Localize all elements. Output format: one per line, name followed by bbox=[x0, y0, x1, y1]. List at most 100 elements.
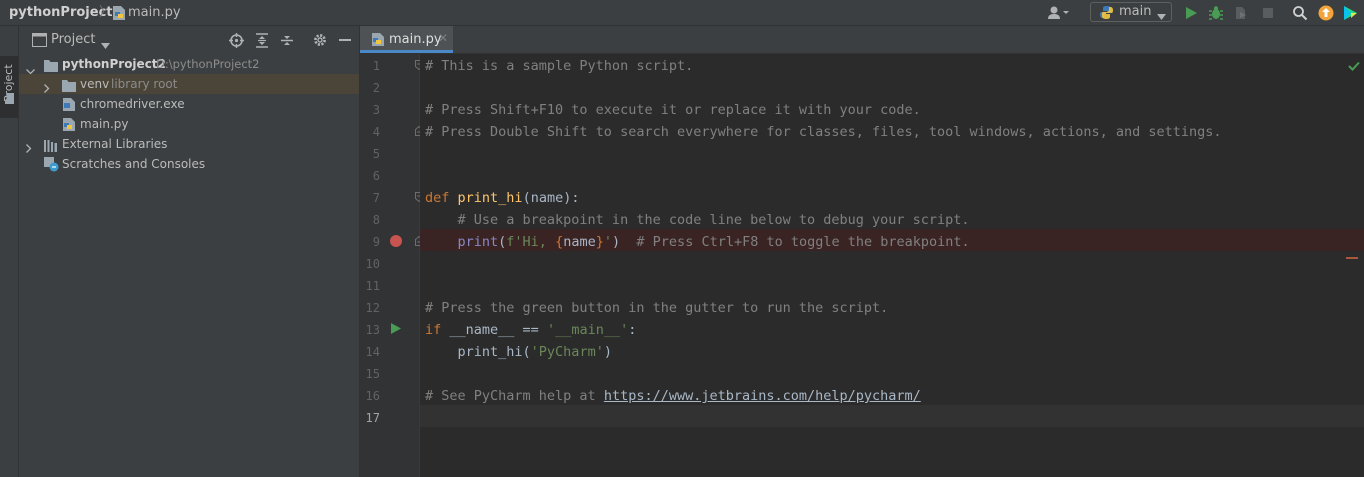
project-tool-window-tab[interactable]: Project bbox=[0, 56, 18, 118]
tree-item-main-py[interactable]: main.py bbox=[19, 114, 359, 134]
line-number: 15 bbox=[365, 367, 380, 381]
breadcrumb-separator-icon: 〉 bbox=[99, 5, 113, 20]
keyword: if bbox=[425, 322, 442, 338]
user-account-icon[interactable] bbox=[1047, 5, 1069, 21]
line-number: 5 bbox=[372, 147, 380, 161]
line-number: 16 bbox=[365, 389, 380, 403]
gear-icon[interactable] bbox=[313, 33, 327, 50]
run-gutter-icon[interactable] bbox=[391, 323, 401, 337]
debug-icon[interactable] bbox=[1208, 5, 1224, 21]
stop-icon[interactable] bbox=[1260, 5, 1276, 21]
search-everywhere-icon[interactable] bbox=[1292, 5, 1308, 21]
editor-tab-bar: main.py ✕ bbox=[360, 26, 1364, 54]
chevron-down-icon bbox=[1157, 9, 1166, 23]
code-line-14: print_hi('PyCharm') bbox=[425, 341, 612, 363]
code-line-9: print(f'Hi, {name}') # Press Ctrl+F8 to … bbox=[425, 231, 970, 253]
code-text: __name__ == bbox=[441, 322, 547, 338]
close-icon[interactable]: ✕ bbox=[438, 26, 448, 51]
tree-item-venv[interactable]: venv library root bbox=[19, 74, 359, 94]
run-icon[interactable] bbox=[1183, 5, 1199, 21]
editor-gutter[interactable]: 1 2 3 4 5 6 7 8 9 10 11 12 13 14 15 16 17 bbox=[360, 54, 423, 477]
line-number: 2 bbox=[372, 81, 380, 95]
project-view-icon bbox=[32, 33, 47, 50]
code-text: print_hi( bbox=[457, 344, 531, 360]
project-tool-window: Project pythonProject2 D:\pythonProject2 bbox=[19, 26, 360, 477]
code-text: ) bbox=[612, 234, 621, 250]
function-name: print_hi bbox=[457, 190, 523, 206]
code-editor[interactable]: # This is a sample Python script. # Pres… bbox=[420, 54, 1364, 477]
line-number: 8 bbox=[372, 213, 380, 227]
tree-item-project-root[interactable]: pythonProject2 D:\pythonProject2 bbox=[19, 54, 359, 75]
tab-main-py[interactable]: main.py ✕ bbox=[360, 26, 453, 53]
string: '__main__' bbox=[546, 322, 629, 338]
line-number: 1 bbox=[372, 59, 380, 73]
line-number: 17 bbox=[365, 411, 380, 425]
string: ' bbox=[603, 234, 613, 250]
tree-item-label: pythonProject2 bbox=[62, 57, 166, 71]
line-number: 12 bbox=[365, 301, 380, 315]
locate-file-icon[interactable] bbox=[229, 33, 244, 51]
tab-label: main.py bbox=[389, 32, 442, 47]
run-configuration-label: main bbox=[1119, 4, 1152, 19]
tree-item-chromedriver[interactable]: chromedriver.exe bbox=[19, 94, 359, 114]
code-text: (name): bbox=[522, 190, 580, 206]
scratches-icon bbox=[44, 157, 59, 178]
tree-item-label: Scratches and Consoles bbox=[62, 157, 206, 171]
jetbrains-toolbox-icon[interactable] bbox=[1342, 5, 1358, 21]
project-view-selector[interactable]: Project bbox=[51, 31, 95, 49]
builtin-function: print bbox=[457, 234, 499, 250]
project-panel-header: Project bbox=[19, 30, 359, 52]
keyword: def bbox=[425, 190, 450, 206]
error-stripe-mark[interactable] bbox=[1346, 257, 1358, 259]
hide-panel-icon[interactable] bbox=[339, 39, 351, 41]
comment: # Press Ctrl+F8 to toggle the breakpoint… bbox=[636, 234, 970, 250]
format-brace: } bbox=[595, 234, 604, 250]
chevron-down-icon[interactable] bbox=[101, 38, 110, 52]
code-text: ) bbox=[603, 344, 612, 360]
line-number: 13 bbox=[365, 323, 380, 337]
tree-item-label: chromedriver.exe bbox=[80, 97, 185, 111]
comment: # Press the green button in the gutter t… bbox=[425, 300, 889, 316]
code-line-12: # Press the green button in the gutter t… bbox=[425, 297, 888, 319]
format-brace: { bbox=[555, 234, 564, 250]
tool-window-strip: Project bbox=[0, 26, 19, 477]
line-number: 10 bbox=[365, 257, 380, 271]
tree-item-path: D:\pythonProject2 bbox=[156, 57, 260, 71]
collapse-all-icon[interactable] bbox=[280, 33, 294, 51]
line-number: 3 bbox=[372, 103, 380, 117]
line-number: 7 bbox=[372, 191, 380, 205]
tree-item-label: External Libraries bbox=[62, 137, 168, 151]
python-file-icon bbox=[112, 5, 126, 24]
comment: # This is a sample Python script. bbox=[425, 58, 694, 74]
code-line-8: # Use a breakpoint in the code line belo… bbox=[425, 209, 970, 231]
comment: # See PyCharm help at bbox=[425, 388, 604, 404]
tree-item-external-libraries[interactable]: External Libraries bbox=[19, 134, 359, 154]
line-number: 14 bbox=[365, 345, 380, 359]
coverage-icon[interactable] bbox=[1233, 5, 1249, 21]
comment: # Press Double Shift to search everywher… bbox=[425, 124, 1222, 140]
code-line-16: # See PyCharm help at https://www.jetbra… bbox=[425, 385, 921, 407]
python-file-icon bbox=[371, 32, 385, 50]
code-text: : bbox=[628, 322, 637, 338]
run-configuration-selector[interactable]: main bbox=[1090, 2, 1172, 22]
code-line-7: def print_hi(name): bbox=[425, 187, 579, 209]
help-link[interactable]: https://www.jetbrains.com/help/pycharm/ bbox=[604, 388, 921, 404]
tree-item-label: venv bbox=[80, 77, 110, 91]
breakpoint-icon[interactable] bbox=[390, 235, 402, 247]
comment: # Use a breakpoint in the code line belo… bbox=[425, 212, 970, 228]
expand-all-icon[interactable] bbox=[255, 33, 269, 51]
folder-icon bbox=[4, 93, 17, 104]
string: 'PyCharm' bbox=[530, 344, 604, 360]
code-line-13: if __name__ == '__main__': bbox=[425, 319, 636, 341]
line-number: 6 bbox=[372, 169, 380, 183]
code-line-3: # Press Shift+F10 to execute it or repla… bbox=[425, 99, 921, 121]
caret-line-highlight bbox=[420, 405, 1364, 427]
tree-item-scratches[interactable]: Scratches and Consoles bbox=[19, 154, 359, 174]
navigation-bar: pythonProject2 〉 main.py main bbox=[0, 0, 1364, 26]
tree-item-label: main.py bbox=[80, 117, 129, 131]
update-icon[interactable] bbox=[1318, 5, 1334, 21]
breadcrumb-file[interactable]: main.py bbox=[128, 0, 181, 26]
line-number: 9 bbox=[372, 235, 380, 249]
tree-item-hint: library root bbox=[111, 77, 178, 91]
check-icon[interactable] bbox=[1348, 60, 1360, 74]
